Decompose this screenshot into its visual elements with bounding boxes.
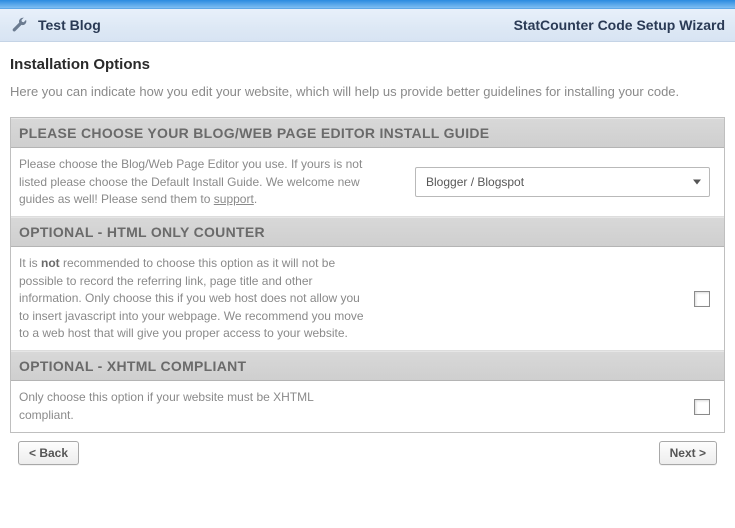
next-button[interactable]: Next > (659, 441, 717, 465)
support-link[interactable]: support (214, 192, 254, 206)
install-guide-text-pre: Please choose the Blog/Web Page Editor y… (19, 157, 362, 206)
xhtml-text: Only choose this option if your website … (19, 389, 379, 424)
html-only-text-post: recommended to choose this option as it … (19, 256, 364, 340)
box-header-html-only: OPTIONAL - HTML ONLY COUNTER (11, 217, 724, 247)
chevron-down-icon (693, 180, 701, 185)
box-header-install-guide: PLEASE CHOOSE YOUR BLOG/WEB PAGE EDITOR … (11, 118, 724, 148)
xhtml-checkbox[interactable] (694, 399, 710, 415)
wizard-button-bar: < Back Next > (10, 433, 725, 477)
box-body-html-only: It is not recommended to choose this opt… (11, 247, 724, 351)
back-button[interactable]: < Back (18, 441, 79, 465)
html-only-strong: not (41, 256, 60, 270)
install-guide-select-value: Blogger / Blogspot (426, 175, 524, 189)
options-box: PLEASE CHOOSE YOUR BLOG/WEB PAGE EDITOR … (10, 117, 725, 433)
header-bar: Test Blog StatCounter Code Setup Wizard (0, 9, 735, 42)
html-only-checkbox[interactable] (694, 291, 710, 307)
box-header-xhtml: OPTIONAL - XHTML COMPLIANT (11, 351, 724, 381)
install-guide-text-post: . (254, 192, 257, 206)
html-only-text-pre: It is (19, 256, 41, 270)
html-only-control (379, 255, 716, 342)
install-guide-control: Blogger / Blogspot (379, 156, 716, 208)
html-only-text: It is not recommended to choose this opt… (19, 255, 379, 342)
page-heading: Installation Options (10, 56, 725, 73)
box-body-xhtml: Only choose this option if your website … (11, 381, 724, 432)
xhtml-control (379, 389, 716, 424)
page-intro: Here you can indicate how you edit your … (10, 83, 725, 101)
wizard-title: StatCounter Code Setup Wizard (514, 17, 725, 33)
box-body-install-guide: Please choose the Blog/Web Page Editor y… (11, 148, 724, 217)
wrench-icon (10, 15, 30, 35)
window-top-accent (0, 0, 735, 9)
content-area: Installation Options Here you can indica… (0, 42, 735, 483)
install-guide-select[interactable]: Blogger / Blogspot (415, 167, 710, 197)
install-guide-text: Please choose the Blog/Web Page Editor y… (19, 156, 379, 208)
project-title: Test Blog (38, 17, 101, 33)
